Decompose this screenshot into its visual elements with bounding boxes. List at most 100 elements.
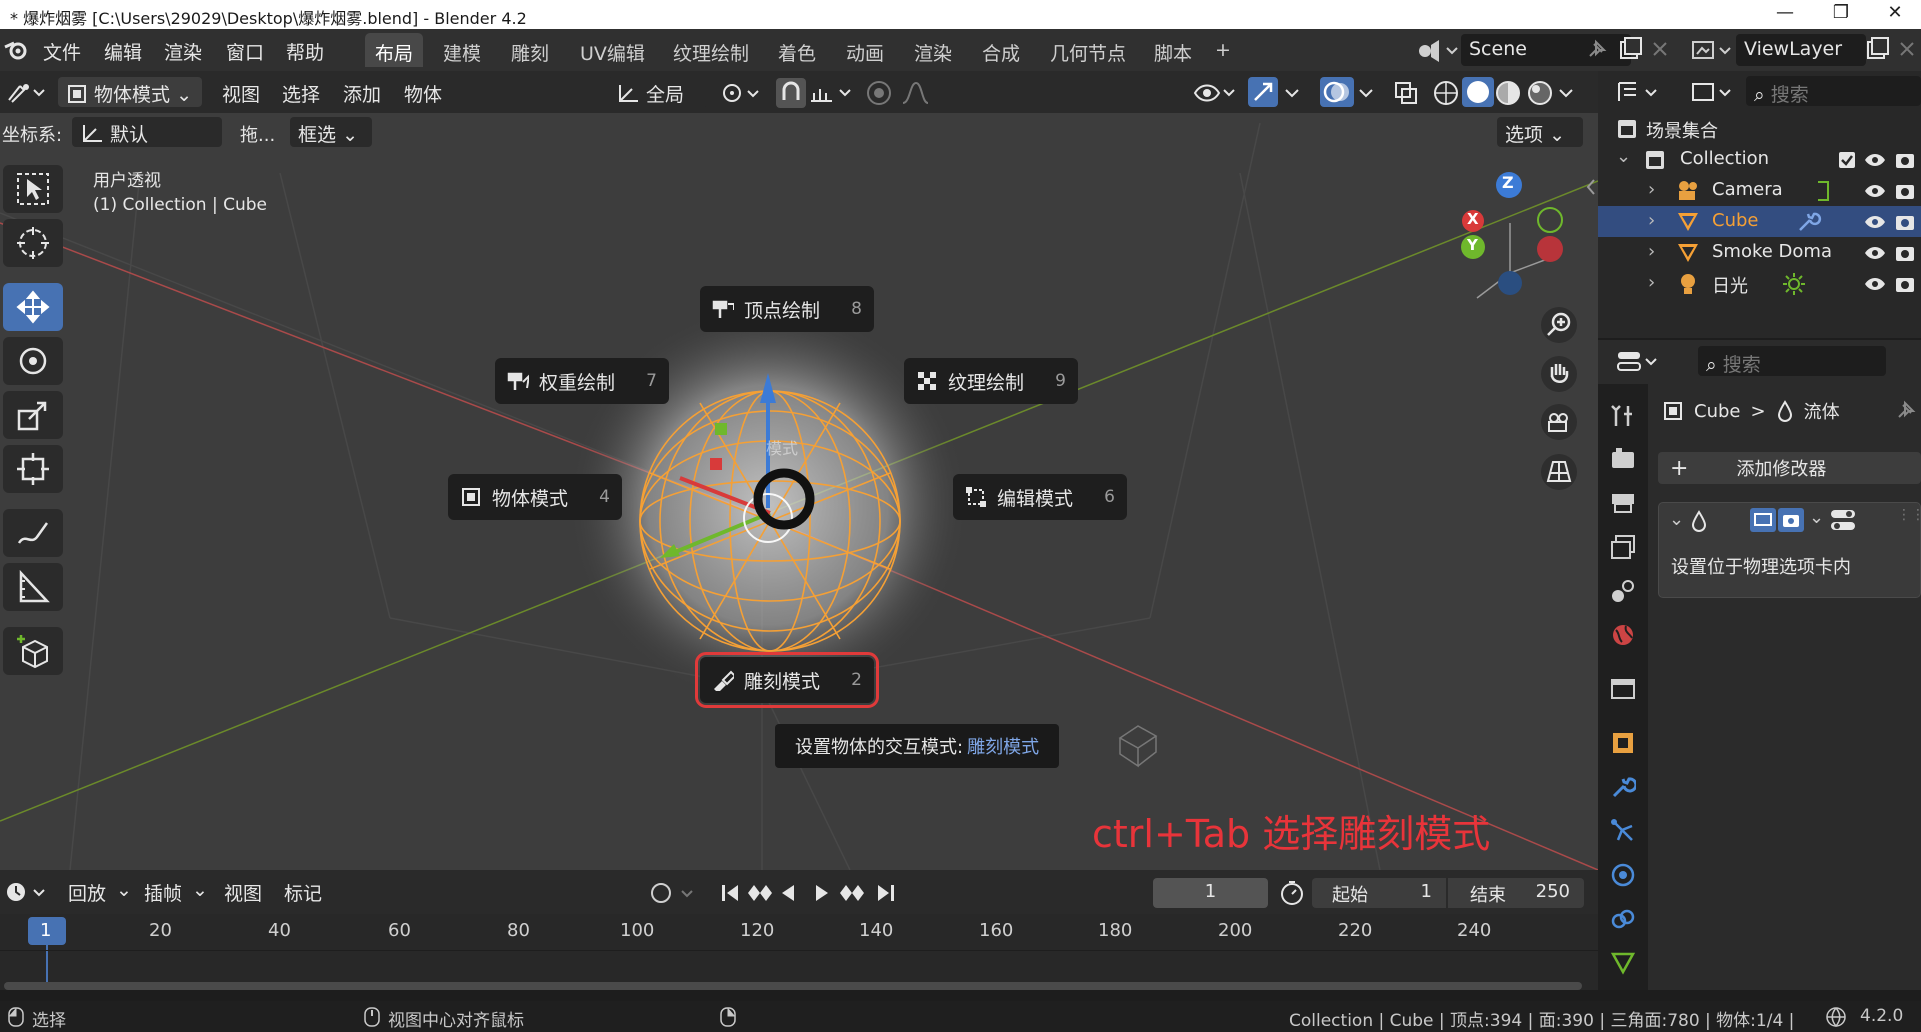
physics-tab-icon[interactable] [1610, 862, 1636, 888]
3d-viewport[interactable]: Z X Y 用户透视 (1) Collection | Cube 模式 顶点绘制… [0, 113, 1598, 870]
add-cube-tool[interactable] [3, 627, 63, 675]
tab-animation[interactable]: 动画 [836, 33, 894, 67]
eye-icon[interactable] [1863, 274, 1887, 294]
viewport-render-toggles[interactable] [1749, 507, 1805, 533]
tab-compositing[interactable]: 合成 [972, 33, 1030, 67]
close-button[interactable]: ✕ [1870, 2, 1920, 27]
collapse-sidebar-icon[interactable] [1585, 177, 1597, 197]
tab-sculpting[interactable]: 雕刻 [501, 33, 559, 67]
view-layer-tab-icon[interactable] [1610, 534, 1636, 560]
pan-hand-icon[interactable] [1540, 355, 1578, 393]
chevron-down-icon[interactable] [1556, 83, 1576, 103]
checkbox-icon[interactable] [1838, 151, 1856, 169]
maximize-button[interactable]: ❐ [1816, 2, 1866, 27]
eye-icon[interactable] [1863, 181, 1887, 201]
tab-rendering[interactable]: 渲染 [904, 33, 962, 67]
annotate-tool[interactable] [3, 509, 63, 557]
view-layer-selector-icon[interactable] [1690, 37, 1734, 63]
new-view-layer-icon[interactable] [1864, 36, 1890, 62]
menu-render[interactable]: 渲染 [164, 38, 202, 65]
perspective-grid-icon[interactable] [1540, 453, 1578, 491]
material-preview-icon[interactable] [1494, 79, 1522, 107]
outliner-row-sun[interactable]: › 日光 [1598, 268, 1921, 299]
minimize-button[interactable]: — [1760, 2, 1810, 27]
visibility-toggle-icon[interactable] [1192, 79, 1238, 107]
timeline-menu-playback[interactable]: 回放 [68, 879, 106, 906]
cursor-tool[interactable] [3, 219, 63, 267]
viewport-menu-view[interactable]: 视图 [222, 80, 260, 107]
expand-chevron-icon[interactable]: ⌄ [1616, 146, 1631, 167]
gizmo-toggle-button[interactable] [1248, 77, 1278, 107]
coord-system-selector[interactable]: 默认 [72, 117, 222, 147]
viewport-menu-object[interactable]: 物体 [404, 80, 442, 107]
menu-edit[interactable]: 编辑 [104, 38, 142, 65]
transform-tool[interactable] [3, 445, 63, 493]
snap-icon[interactable] [776, 78, 806, 108]
camera-data-icon[interactable] [1814, 179, 1832, 203]
select-box-tool[interactable] [3, 165, 63, 213]
world-tab-icon[interactable] [1610, 622, 1636, 648]
scene-tab-icon[interactable] [1610, 578, 1636, 604]
tool-tab-icon[interactable] [1610, 402, 1636, 428]
timeline-menu-view[interactable]: 视图 [224, 879, 262, 906]
timeline-area[interactable]: 1 20 40 60 80 100 120 140 160 180 200 22… [0, 914, 1598, 990]
toggle-switch-icon[interactable] [1829, 507, 1857, 533]
modifier-tab-icon[interactable] [1610, 774, 1636, 800]
outliner-scene-collection[interactable]: 场景集合 [1598, 113, 1921, 144]
measure-tool[interactable] [3, 563, 63, 611]
end-frame-field[interactable]: 结束 250 [1448, 878, 1584, 908]
tab-layout[interactable]: 布局 [365, 33, 424, 67]
outliner-row-collection[interactable]: ⌄ Collection [1598, 144, 1921, 175]
render-camera-icon[interactable] [1894, 211, 1916, 233]
constraints-tab-icon[interactable] [1610, 906, 1636, 932]
menu-help[interactable]: 帮助 [286, 38, 324, 65]
outliner-search[interactable]: ⌕ 搜索 [1746, 76, 1921, 106]
gizmo-neg-z-icon[interactable] [1498, 271, 1522, 295]
render-camera-icon[interactable] [1894, 180, 1916, 202]
move-tool[interactable] [3, 283, 63, 331]
timeline-scrollbar[interactable] [4, 982, 1582, 990]
falloff-curve-icon[interactable] [900, 79, 940, 107]
menu-window[interactable]: 窗口 [226, 38, 264, 65]
pie-texture-paint[interactable]: 纹理绘制 9 [904, 358, 1078, 404]
solid-shading-button[interactable] [1462, 77, 1494, 107]
tab-modeling[interactable]: 建模 [433, 33, 491, 67]
view-layer-field[interactable]: ViewLayer [1736, 34, 1866, 66]
playback-controls[interactable] [718, 879, 908, 907]
blender-logo-icon[interactable] [4, 39, 28, 61]
add-workspace-button[interactable]: + [1205, 33, 1241, 67]
timeline-menu-marker[interactable]: 标记 [284, 879, 322, 906]
pie-weight-paint[interactable]: 权重绘制 7 [495, 358, 669, 404]
start-frame-field[interactable]: 起始 1 [1312, 878, 1446, 908]
mode-selector[interactable]: 物体模式 ⌄ [58, 77, 202, 107]
xray-toggle-icon[interactable] [1392, 79, 1420, 107]
zoom-icon[interactable] [1540, 306, 1578, 344]
display-mode-icon[interactable] [1690, 79, 1736, 105]
pie-edit-mode[interactable]: 编辑模式 6 [953, 474, 1127, 520]
eye-icon[interactable] [1863, 243, 1887, 263]
current-frame-field[interactable]: 1 [1153, 878, 1268, 908]
pie-object-mode[interactable]: 物体模式 4 [448, 474, 622, 520]
expand-chevron-icon[interactable]: › [1648, 241, 1655, 262]
scale-tool[interactable] [3, 391, 63, 439]
chevron-down-icon[interactable]: ⌄ [1809, 507, 1824, 528]
pin-icon[interactable] [1894, 400, 1916, 422]
wireframe-shading-icon[interactable] [1432, 79, 1460, 107]
camera-view-icon[interactable] [1540, 403, 1578, 441]
output-tab-icon[interactable] [1610, 490, 1636, 516]
tab-shading[interactable]: 着色 [768, 33, 826, 67]
overlay-toggle-button[interactable] [1320, 77, 1354, 107]
drag-handle-icon[interactable]: ⋮⋮ [1897, 507, 1921, 523]
transform-orientation-selector[interactable]: 全局 ⌄ [608, 77, 708, 129]
chevron-down-icon[interactable] [1356, 83, 1376, 103]
collection-tab-icon[interactable] [1610, 676, 1636, 702]
viewport-menu-add[interactable]: 添加 [343, 80, 381, 107]
eye-icon[interactable] [1863, 150, 1887, 170]
particles-tab-icon[interactable] [1610, 818, 1636, 844]
render-tab-icon[interactable] [1610, 446, 1636, 472]
pivot-point-icon[interactable] [720, 80, 762, 106]
outliner-row-cube[interactable]: › Cube [1598, 206, 1921, 237]
gizmo-neg-y-icon[interactable] [1537, 207, 1563, 233]
properties-editor-icon[interactable] [1616, 348, 1662, 374]
pie-sculpt-mode[interactable]: 雕刻模式 2 [695, 652, 879, 708]
